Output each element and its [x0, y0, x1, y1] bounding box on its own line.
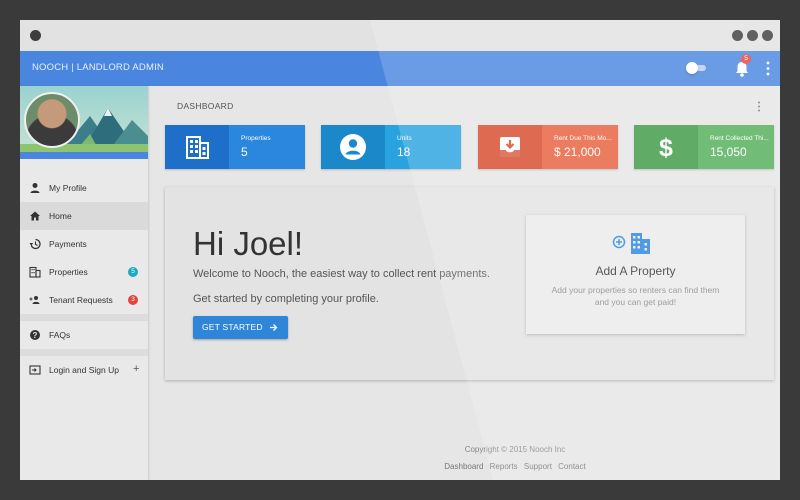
- dollar-icon: $: [659, 134, 673, 161]
- avatar[interactable]: [24, 92, 80, 148]
- sidebar-item-label: Payments: [49, 239, 87, 249]
- window-dot-icon[interactable]: [732, 30, 743, 41]
- sidebar: My Profile Home Payments Properties 5 Te…: [20, 86, 148, 480]
- count-badge: 5: [128, 267, 138, 277]
- sidebar-item-label: My Profile: [49, 183, 87, 193]
- footer-link-contact[interactable]: Contact: [558, 462, 586, 471]
- building-icon: [186, 136, 209, 159]
- stat-value: 5: [241, 145, 248, 159]
- window-dot-icon[interactable]: [762, 30, 773, 41]
- sidebar-item-faqs[interactable]: ? FAQs: [20, 321, 148, 349]
- stat-label: Rent Due This Mo...: [554, 135, 612, 142]
- greeting-heading: Hi Joel!: [193, 225, 304, 262]
- sidebar-item-label: Properties: [49, 267, 88, 277]
- add-property-card[interactable]: Add A Property Add your properties so re…: [526, 215, 745, 334]
- stat-card-rent-due[interactable]: Rent Due This Mo... $ 21,000: [478, 125, 618, 169]
- more-vert-icon[interactable]: [757, 101, 761, 112]
- sidebar-item-label: FAQs: [49, 330, 71, 340]
- count-badge: 3: [128, 295, 138, 305]
- help-icon: ?: [30, 330, 40, 340]
- sidebar-item-home[interactable]: Home: [20, 202, 148, 230]
- footer-link-reports[interactable]: Reports: [490, 462, 518, 471]
- window-dot-icon: [30, 30, 41, 41]
- arrow-right-icon: [270, 324, 278, 331]
- stat-label: Properties: [241, 135, 271, 142]
- theme-toggle[interactable]: [686, 61, 708, 75]
- window-dot-icon[interactable]: [747, 30, 758, 41]
- get-started-text: Get started by completing your profile.: [193, 293, 379, 305]
- svg-text:?: ?: [33, 331, 38, 340]
- inbox-download-icon: [500, 137, 520, 157]
- stat-value: 15,050: [710, 145, 747, 159]
- get-started-button[interactable]: GET STARTED: [193, 316, 288, 339]
- welcome-text: Welcome to Nooch, the easiest way to col…: [193, 268, 490, 280]
- sidebar-item-label: Home: [49, 211, 72, 221]
- notification-count-badge: 5: [741, 54, 751, 64]
- history-icon: [29, 238, 41, 250]
- home-icon: [30, 211, 40, 221]
- person-circle-icon: [340, 134, 366, 160]
- footer-link-dashboard[interactable]: Dashboard: [444, 462, 483, 471]
- person-icon: [30, 183, 40, 193]
- add-building-icon: [612, 233, 650, 254]
- svg-text:$: $: [659, 134, 673, 161]
- browser-window: NOOCH | LANDLORD ADMIN 5 My Profile Home…: [20, 20, 780, 480]
- sidebar-item-label: Tenant Requests: [49, 295, 113, 305]
- sidebar-item-properties[interactable]: Properties 5: [20, 258, 148, 286]
- app-title: NOOCH | LANDLORD ADMIN: [32, 62, 164, 73]
- toggle-knob: [686, 62, 698, 74]
- footer-link-support[interactable]: Support: [524, 462, 552, 471]
- divider: [20, 349, 148, 356]
- login-icon: [29, 365, 41, 375]
- stat-card-units[interactable]: Units 18: [321, 125, 461, 169]
- stat-label: Units: [397, 135, 412, 142]
- stat-value: 18: [397, 145, 411, 159]
- stat-card-rent-collected[interactable]: $ Rent Collected Thi... 15,050: [634, 125, 774, 169]
- group-add-icon: [29, 296, 40, 304]
- more-vert-icon[interactable]: [765, 61, 771, 76]
- button-label: GET STARTED: [202, 322, 263, 332]
- add-property-description: Add your properties so renters can find …: [551, 285, 720, 307]
- app-bar: NOOCH | LANDLORD ADMIN 5: [20, 51, 780, 86]
- building-icon: [29, 266, 41, 278]
- sidebar-item-tenant-requests[interactable]: Tenant Requests 3: [20, 286, 148, 314]
- divider: [20, 314, 148, 321]
- stat-value: $ 21,000: [554, 145, 601, 159]
- stat-label: Rent Collected Thi...: [710, 135, 769, 142]
- copyright-text: Copyright © 2015 Nooch Inc: [464, 445, 566, 454]
- profile-banner: [20, 86, 148, 159]
- sidebar-item-login-signup[interactable]: Login and Sign Up +: [20, 356, 148, 384]
- stat-card-properties[interactable]: Properties 5: [165, 125, 305, 169]
- page-title: DASHBOARD: [177, 101, 234, 111]
- sidebar-item-my-profile[interactable]: My Profile: [20, 174, 148, 202]
- sidebar-item-label: Login and Sign Up: [49, 365, 119, 375]
- add-property-title: Add A Property: [595, 264, 676, 278]
- window-chrome: [20, 20, 780, 51]
- footer-links: Dashboard Reports Support Contact: [380, 462, 650, 471]
- expand-plus-icon[interactable]: +: [133, 363, 139, 375]
- sidebar-nav: My Profile Home Payments Properties 5 Te…: [20, 174, 148, 384]
- welcome-panel: Hi Joel! Welcome to Nooch, the easiest w…: [165, 187, 774, 380]
- sidebar-item-payments[interactable]: Payments: [20, 230, 148, 258]
- footer: Copyright © 2015 Nooch Inc Dashboard Rep…: [380, 445, 650, 471]
